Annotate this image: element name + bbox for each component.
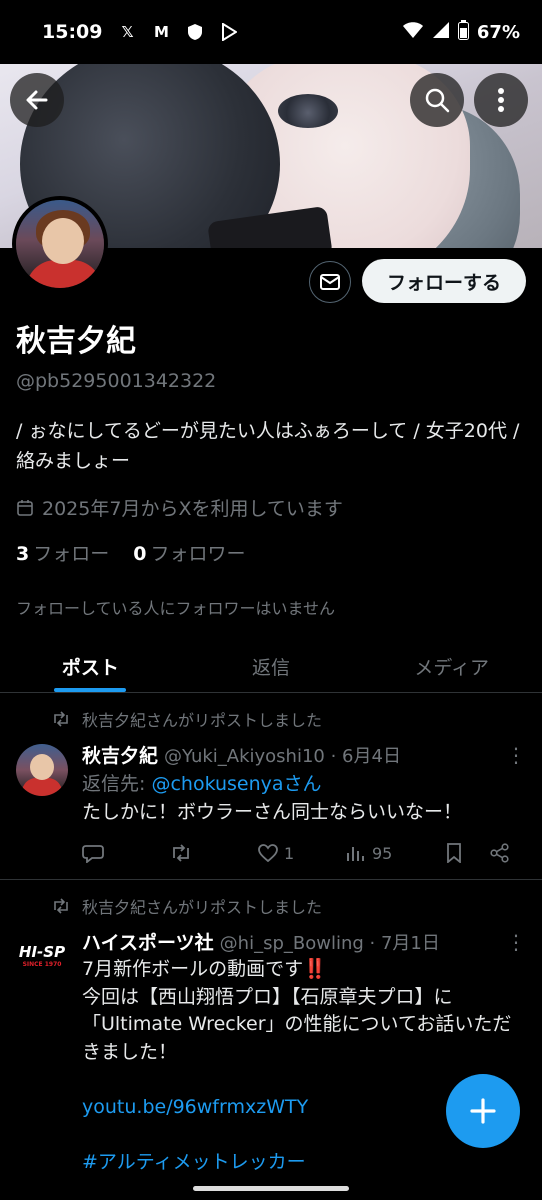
gesture-nav-bar[interactable]	[193, 1186, 349, 1191]
tab-media[interactable]: メディア	[361, 640, 542, 692]
post-more-button[interactable]: ⋮	[506, 930, 526, 954]
followers-label: フォロワー	[150, 543, 246, 565]
mutual-followers-note: フォローしている人にフォロワーはいません	[16, 599, 336, 618]
repost-icon	[173, 844, 189, 862]
reply-to-link[interactable]: @chokusenyaさん	[151, 773, 321, 795]
post-text: たしかに！ボウラーさん同士ならいいなー！	[82, 801, 463, 823]
following-count: 3	[16, 543, 30, 565]
post-meta: @hi_sp_Bowling · 7月1日	[219, 932, 440, 954]
envelope-icon	[320, 274, 340, 290]
plus-icon	[470, 1098, 496, 1124]
views-action[interactable]: 95	[346, 844, 446, 863]
followers-count: 0	[133, 543, 147, 565]
post-divider	[0, 879, 542, 880]
battery-icon	[457, 19, 469, 45]
reply-prefix: 返信先:	[82, 773, 152, 795]
repost-indicator: 秋吉夕紀さんがリポストしました	[52, 894, 322, 918]
profile-avatar[interactable]	[12, 196, 108, 292]
banner-art-eye	[278, 94, 338, 128]
post-avatar-face	[30, 754, 54, 780]
post-hashtag[interactable]: #アルティメットレッカー	[82, 1149, 527, 1177]
hisp-logo: HI-SP	[18, 942, 66, 961]
post-author[interactable]: 秋吉夕紀	[82, 741, 158, 768]
profile-bio: / ぉなにしてるどーが見たい人はふぁろーして / 女子20代 / 絡みましょー	[16, 420, 520, 472]
profile-name: 秋吉夕紀	[16, 324, 136, 359]
comment-icon	[82, 845, 104, 863]
play-store-icon	[218, 21, 240, 43]
share-action[interactable]	[490, 843, 520, 863]
calendar-icon	[17, 499, 33, 516]
post-avatar[interactable]: HI-SP SINCE 1970	[16, 929, 68, 981]
post-author[interactable]: ハイスポーツ社	[82, 928, 214, 955]
wifi-icon	[402, 21, 424, 44]
profile-handle: @pb5295001342322	[16, 370, 217, 392]
x-app-icon: 𝕏	[121, 23, 134, 41]
bar-chart-icon	[347, 847, 364, 861]
post-meta: @Yuki_Akiyoshi10 · 6月4日	[164, 745, 401, 767]
like-action[interactable]: 1	[258, 844, 346, 863]
bookmark-icon	[447, 843, 461, 863]
repost-text: 秋吉夕紀さんがリポストしました	[82, 898, 323, 917]
join-date: 2025年7月からXを利用しています	[16, 494, 343, 521]
post-avatar[interactable]	[16, 744, 68, 796]
battery-percent: 67%	[476, 21, 520, 43]
repost-text: 秋吉夕紀さんがリポストしました	[82, 711, 323, 730]
arrow-left-icon	[26, 90, 48, 110]
following-stat[interactable]: 3 フォロー	[16, 539, 109, 566]
search-button[interactable]	[410, 73, 464, 127]
repost-indicator: 秋吉夕紀さんがリポストしました	[52, 707, 322, 731]
repost-icon	[54, 711, 68, 727]
hisp-since: SINCE 1970	[22, 960, 62, 968]
shield-icon	[184, 21, 206, 43]
post-actions: 1 95	[82, 838, 522, 868]
heart-icon	[258, 844, 278, 862]
post-line: 7月新作ボールの動画です‼️	[82, 958, 327, 980]
status-bar: 15:09 𝕏 M 67%	[0, 0, 542, 64]
followers-stat[interactable]: 0 フォロワー	[133, 539, 245, 566]
back-button[interactable]	[10, 73, 64, 127]
follow-button[interactable]: フォローする	[362, 259, 526, 303]
tab-replies[interactable]: 返信	[181, 640, 362, 692]
gmail-icon: M	[154, 23, 169, 41]
profile-tabs: ポスト 返信 メディア	[0, 640, 542, 693]
system-icons: 67%	[402, 19, 520, 45]
signal-icon	[432, 21, 450, 44]
repost-icon	[54, 898, 68, 914]
more-options-button[interactable]	[474, 73, 528, 127]
like-count: 1	[284, 843, 295, 863]
share-icon	[490, 843, 509, 863]
avatar-face	[42, 218, 84, 264]
bookmark-action[interactable]	[446, 843, 490, 863]
following-label: フォロー	[33, 543, 110, 565]
reply-action[interactable]	[82, 843, 170, 863]
repost-action[interactable]	[170, 844, 258, 862]
post-header: 秋吉夕紀 @Yuki_Akiyoshi10 · 6月4日	[82, 741, 401, 768]
post-header: ハイスポーツ社 @hi_sp_Bowling · 7月1日	[82, 928, 440, 955]
follow-stats: 3 フォロー 0 フォロワー	[16, 539, 246, 566]
join-date-text: 2025年7月からXを利用しています	[42, 498, 343, 520]
status-time: 15:09	[42, 21, 103, 43]
notification-icons: 𝕏 M	[116, 21, 240, 43]
post-text: 7月新作ボールの動画です‼️ 今回は【西山翔悟プロ】【石原章夫プロ】に「Ulti…	[82, 956, 527, 1176]
post-avatar-shirt	[22, 778, 62, 796]
search-icon	[425, 88, 450, 113]
compose-button[interactable]	[446, 1074, 520, 1148]
tab-posts[interactable]: ポスト	[0, 640, 181, 692]
post-more-button[interactable]: ⋮	[506, 743, 526, 767]
post-line: 今回は【西山翔悟プロ】【石原章夫プロ】に「Ultimate Wrecker」の性…	[82, 985, 512, 1063]
vertical-dots-icon	[498, 88, 504, 112]
view-count: 95	[372, 843, 393, 863]
reply-to: 返信先: @chokusenyaさん	[82, 769, 322, 796]
message-button[interactable]	[309, 261, 351, 303]
